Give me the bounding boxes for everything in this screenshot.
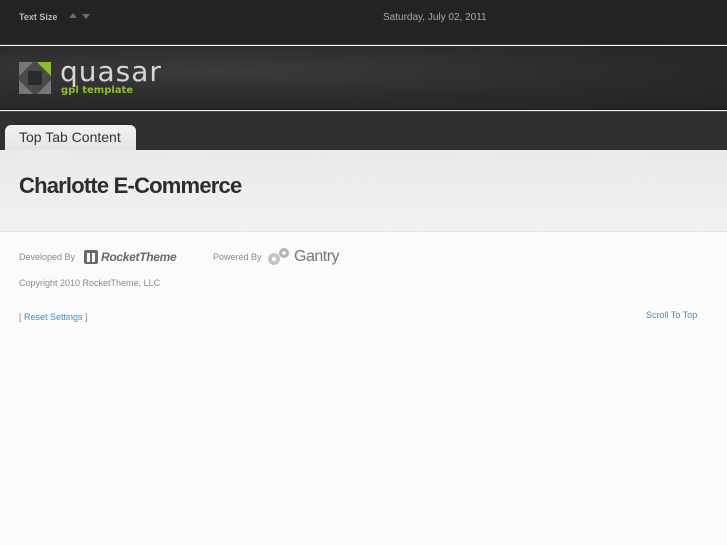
developed-by-label: Developed By — [19, 252, 76, 262]
text-size-increase-icon[interactable] — [69, 13, 77, 18]
reset-settings-link[interactable]: Reset Settings — [24, 312, 83, 322]
logo-name[interactable]: quasar — [60, 55, 162, 88]
tab-top-tab-content[interactable]: Top Tab Content — [5, 125, 136, 151]
text-size-decrease-icon[interactable] — [82, 14, 90, 19]
quasar-logo-icon[interactable] — [19, 62, 51, 94]
title-band: Charlotte E-Commerce — [0, 150, 727, 232]
copyright-text: Copyright 2010 RocketTheme, LLC — [19, 278, 161, 288]
reset-settings: [ Reset Settings ] — [19, 312, 88, 322]
reset-bracket-close: ] — [82, 312, 88, 322]
text-size-label: Text Size — [19, 12, 58, 22]
rockettheme-link[interactable]: RocketTheme — [101, 250, 177, 264]
rockettheme-logo-icon[interactable] — [83, 249, 99, 265]
current-date: Saturday, July 02, 2011 — [383, 12, 487, 23]
site-header: quasar gpl template — [0, 46, 727, 110]
top-bar: Text Size Saturday, July 02, 2011 — [0, 0, 727, 45]
gears-icon — [268, 248, 289, 265]
tab-bar: Top Tab Content — [0, 111, 727, 151]
scroll-to-top-link[interactable]: Scroll To Top — [646, 310, 697, 320]
logo-subtitle: gpl template — [61, 85, 134, 96]
page-title: Charlotte E-Commerce — [19, 173, 242, 198]
gantry-link[interactable]: Gantry — [294, 248, 340, 266]
powered-by-label: Powered By — [213, 252, 262, 262]
